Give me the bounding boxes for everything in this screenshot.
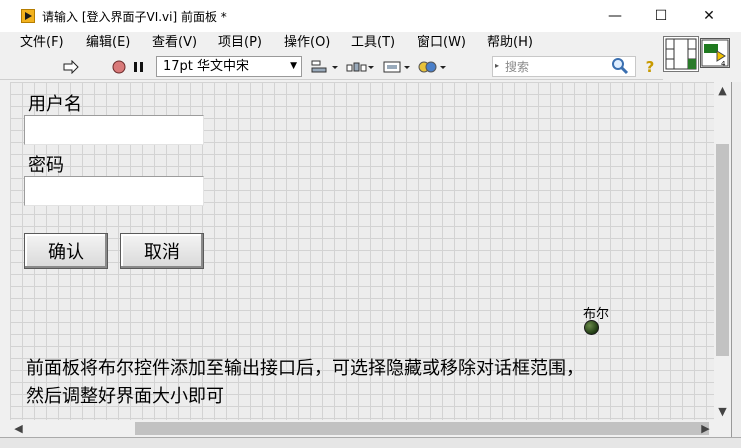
maximize-icon: ☐ (654, 8, 668, 24)
cancel-button[interactable]: 取消 (120, 233, 204, 269)
menu-help[interactable]: 帮助(H) (487, 32, 533, 54)
chevron-down-icon: ▼ (290, 61, 297, 71)
svg-text:4: 4 (721, 60, 726, 67)
password-input[interactable] (24, 176, 204, 206)
scroll-up-icon[interactable]: ▲ (714, 82, 731, 99)
maximize-button[interactable]: ☐ (638, 0, 684, 32)
boolean-label: 布尔 (583, 307, 610, 322)
menu-window[interactable]: 窗口(W) (417, 32, 466, 54)
vertical-scroll-thumb[interactable] (716, 144, 729, 356)
align-objects-icon[interactable] (309, 58, 339, 76)
scroll-down-icon[interactable]: ▼ (714, 403, 731, 420)
menu-edit[interactable]: 编辑(E) (86, 32, 130, 54)
boolean-led-indicator[interactable] (584, 320, 599, 335)
reorder-icon[interactable] (417, 58, 447, 76)
labview-app-icon (21, 9, 35, 23)
magnifier-icon[interactable] (611, 57, 629, 79)
background-window-edge (731, 82, 741, 448)
username-input[interactable] (24, 115, 204, 145)
instruction-line-2: 然后调整好界面大小即可 (26, 386, 224, 407)
window-title: 请输入 [登入界面子VI.vi] 前面板 * (42, 10, 227, 24)
run-arrow-icon[interactable] (62, 58, 80, 76)
font-select-value: 17pt 华文中宋 (163, 59, 250, 74)
scroll-right-icon[interactable]: ▶ (697, 420, 714, 437)
menu-file[interactable]: 文件(F) (20, 32, 64, 54)
close-icon: ✕ (703, 8, 715, 24)
font-select[interactable]: 17pt 华文中宋 ▼ (156, 56, 302, 77)
help-icon[interactable]: ? (641, 58, 659, 76)
background-window-edge-bottom (0, 437, 741, 448)
menu-tools[interactable]: 工具(T) (351, 32, 395, 54)
menu-operate[interactable]: 操作(O) (284, 32, 330, 54)
username-label: 用户名 (28, 94, 82, 115)
instruction-line-1: 前面板将布尔控件添加至输出接口后，可选择隐藏或移除对话框范围， (26, 358, 584, 379)
close-button[interactable]: ✕ (686, 0, 732, 32)
distribute-objects-icon[interactable] (345, 58, 375, 76)
search-input[interactable] (505, 58, 603, 75)
resize-objects-icon[interactable] (381, 58, 411, 76)
connector-pane[interactable] (663, 36, 699, 72)
caret-right-icon: ▸ (495, 61, 500, 70)
pause-icon[interactable] (131, 58, 147, 76)
minimize-button[interactable]: — (592, 0, 638, 32)
search-box: ▸ (492, 56, 636, 77)
scroll-left-icon[interactable]: ◀ (10, 420, 27, 437)
abort-icon[interactable] (110, 58, 128, 76)
menu-view[interactable]: 查看(V) (152, 32, 197, 54)
vi-icon[interactable]: 4 (700, 38, 730, 68)
minimize-icon: — (608, 8, 622, 24)
menu-project[interactable]: 项目(P) (218, 32, 262, 54)
confirm-button[interactable]: 确认 (24, 233, 108, 269)
instruction-note: 前面板将布尔控件添加至输出接口后，可选择隐藏或移除对话框范围， 然后调整好界面大… (26, 355, 686, 411)
password-label: 密码 (28, 155, 64, 176)
horizontal-scroll-thumb[interactable] (135, 422, 709, 435)
